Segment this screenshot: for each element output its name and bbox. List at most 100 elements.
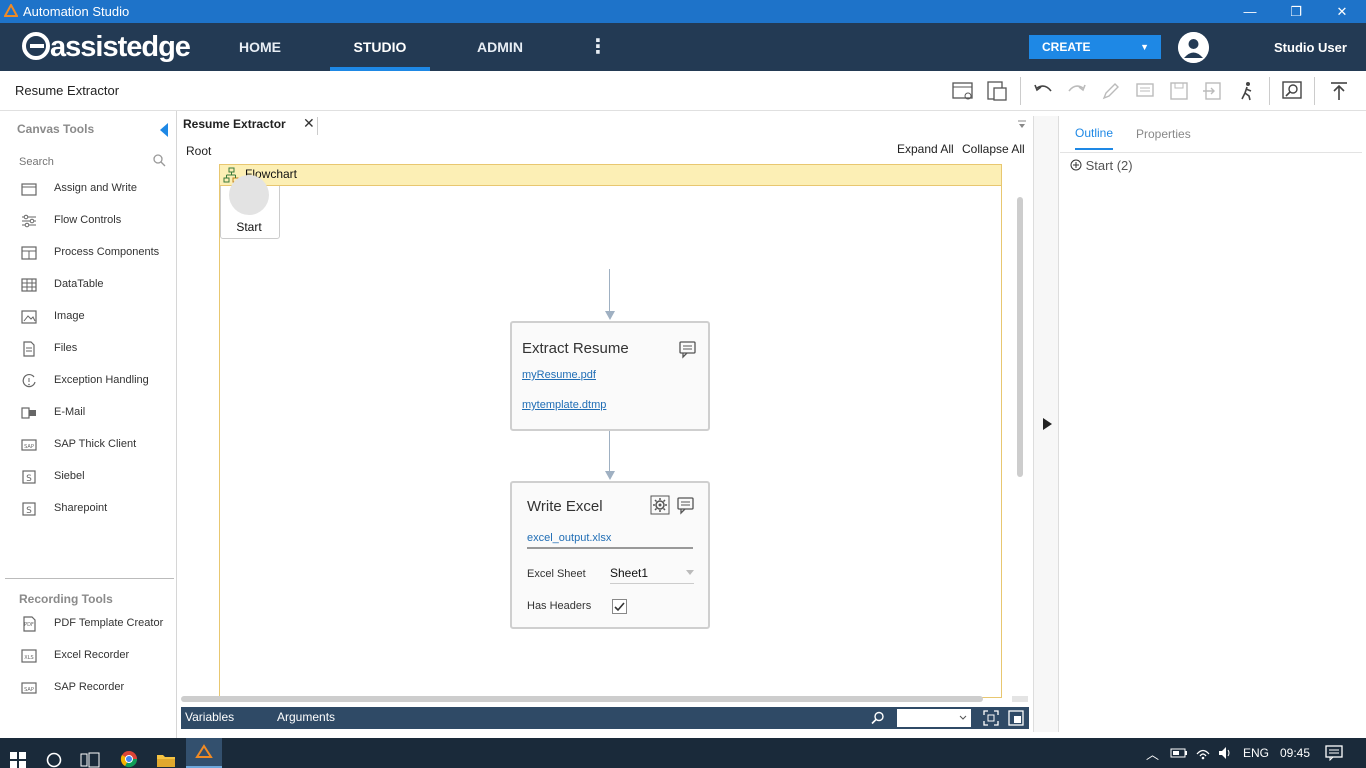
comment-icon[interactable] [678, 339, 698, 359]
extract-resume-activity[interactable]: Extract Resume myResume.pdf mytemplate.d… [510, 321, 710, 431]
outline-properties-panel: Outline Properties Start (2) [1060, 116, 1366, 732]
comment-icon[interactable] [676, 495, 696, 515]
nav-tab-admin[interactable]: ADMIN [467, 23, 533, 71]
windows-taskbar: ︿ ENG 09:45 [0, 738, 1366, 768]
tool-sap-recorder[interactable]: SAP SAP Recorder [0, 674, 176, 702]
search-icon[interactable] [153, 154, 166, 167]
connector-arrow [605, 471, 615, 480]
tray-overflow-icon[interactable]: ︿ [1146, 744, 1159, 763]
variables-tab[interactable]: Variables [185, 710, 234, 724]
tool-exception-handling[interactable]: Exception Handling [0, 367, 176, 395]
canvas-bottom-bar: Variables Arguments [181, 707, 1029, 729]
window-title: Automation Studio [23, 4, 130, 19]
publish-icon[interactable] [1327, 79, 1351, 103]
template-file-link[interactable]: mytemplate.dtmp [522, 399, 606, 411]
tools-search-input[interactable] [19, 153, 169, 171]
tool-sap-thick-client[interactable]: SAP SAP Thick Client [0, 431, 176, 459]
expand-all-button[interactable]: Expand All [897, 142, 954, 156]
create-dropdown-icon[interactable]: ▼ [1140, 35, 1149, 59]
user-name[interactable]: Studio User [1274, 40, 1347, 55]
tool-label: Files [54, 342, 78, 354]
tool-flow-controls[interactable]: Flow Controls [0, 207, 176, 235]
sheet-dropdown-icon[interactable] [686, 570, 694, 576]
tool-process-components[interactable]: Process Components [0, 239, 176, 267]
volume-icon[interactable] [1217, 745, 1233, 761]
collapse-all-button[interactable]: Collapse All [962, 142, 1025, 156]
action-center-icon[interactable] [1325, 745, 1343, 761]
edit-icon[interactable] [1099, 79, 1123, 103]
windows-start-icon[interactable] [10, 745, 26, 768]
horizontal-scrollbar[interactable] [181, 696, 983, 702]
excel-sheet-select[interactable]: Sheet1 [610, 566, 648, 580]
toolbar-separator [1269, 77, 1270, 105]
wifi-icon[interactable] [1195, 745, 1211, 761]
document-tab[interactable]: Resume Extractor [183, 117, 286, 131]
zoom-search-icon[interactable] [871, 711, 885, 725]
overview-map-icon[interactable] [1008, 710, 1024, 726]
search-activity-icon[interactable] [1280, 79, 1304, 103]
browser-link-icon[interactable] [951, 79, 975, 103]
comment-icon[interactable] [1133, 79, 1157, 103]
export-icon[interactable] [1201, 79, 1225, 103]
create-button[interactable]: CREATE ▼ [1029, 35, 1161, 59]
outline-tree-item[interactable]: Start (2) [1070, 158, 1133, 173]
redo-icon[interactable] [1065, 79, 1089, 103]
chrome-icon[interactable] [120, 744, 138, 768]
arguments-tab[interactable]: Arguments [277, 710, 335, 724]
collapse-panel-icon[interactable] [159, 123, 169, 137]
minimize-button[interactable]: — [1227, 0, 1273, 23]
user-avatar-icon[interactable] [1178, 32, 1209, 63]
close-window-button[interactable]: ✕ [1319, 0, 1365, 23]
tool-pdf-template-creator[interactable]: PDF PDF Template Creator [0, 610, 176, 638]
automation-studio-taskbar-item[interactable] [186, 738, 222, 768]
tool-datatable[interactable]: DataTable [0, 271, 176, 299]
vertical-scrollbar[interactable] [1017, 197, 1023, 477]
has-headers-checkbox[interactable] [612, 599, 627, 614]
expand-panel-icon[interactable] [1043, 418, 1052, 430]
datatable-icon [21, 278, 37, 292]
expand-node-icon[interactable] [1070, 159, 1082, 171]
zoom-level-select[interactable] [897, 709, 971, 727]
nav-tab-home[interactable]: HOME [228, 23, 292, 71]
fit-to-screen-icon[interactable] [983, 710, 999, 726]
run-icon[interactable] [1235, 79, 1259, 103]
save-icon[interactable] [1167, 79, 1191, 103]
tool-image[interactable]: Image [0, 303, 176, 331]
resume-file-link[interactable]: myResume.pdf [522, 369, 596, 381]
file-explorer-icon[interactable] [156, 745, 176, 768]
document-title: Resume Extractor [15, 83, 120, 98]
breadcrumb[interactable]: Root [186, 144, 211, 158]
tab-list-icon[interactable] [1017, 119, 1027, 129]
canvas-tools-heading: Canvas Tools [17, 122, 95, 136]
tool-files[interactable]: Files [0, 335, 176, 363]
activity-title: Write Excel [527, 498, 603, 515]
tool-email[interactable]: E-Mail [0, 399, 176, 427]
settings-gear-icon[interactable] [650, 495, 670, 515]
tool-sharepoint[interactable]: S Sharepoint [0, 495, 176, 523]
flowchart-container[interactable]: Flowchart Start Extract Resume myResume.… [219, 164, 1002, 698]
tool-excel-recorder[interactable]: XLS Excel Recorder [0, 642, 176, 670]
write-excel-activity[interactable]: Write Excel excel_output.xlsx Excel Shee… [510, 481, 710, 629]
excel-file-link[interactable]: excel_output.xlsx [527, 532, 611, 544]
zoom-dropdown-icon[interactable] [959, 715, 967, 721]
more-options-icon[interactable]: ⋮ [588, 23, 608, 71]
task-view-icon[interactable] [80, 745, 100, 768]
language-indicator[interactable]: ENG [1243, 746, 1269, 760]
tool-siebel[interactable]: S Siebel [0, 463, 176, 491]
nav-tab-studio[interactable]: STUDIO [330, 23, 430, 71]
files-icon [23, 341, 35, 357]
tool-label: SAP Recorder [54, 681, 125, 693]
siebel-icon: S [22, 470, 36, 484]
tool-assign-and-write[interactable]: Assign and Write [0, 175, 176, 203]
tab-properties[interactable]: Properties [1136, 127, 1191, 141]
save-process-icon[interactable] [985, 79, 1009, 103]
close-tab-icon[interactable]: ✕ [303, 115, 315, 132]
battery-icon[interactable] [1170, 746, 1188, 760]
tab-outline[interactable]: Outline [1075, 126, 1114, 150]
title-bar: Automation Studio — ❐ ✕ [0, 0, 1366, 23]
system-clock[interactable]: 09:45 [1280, 746, 1310, 760]
connector-line [609, 431, 610, 473]
restore-button[interactable]: ❐ [1273, 0, 1319, 23]
cortana-search-icon[interactable] [46, 745, 62, 768]
undo-icon[interactable] [1031, 79, 1055, 103]
